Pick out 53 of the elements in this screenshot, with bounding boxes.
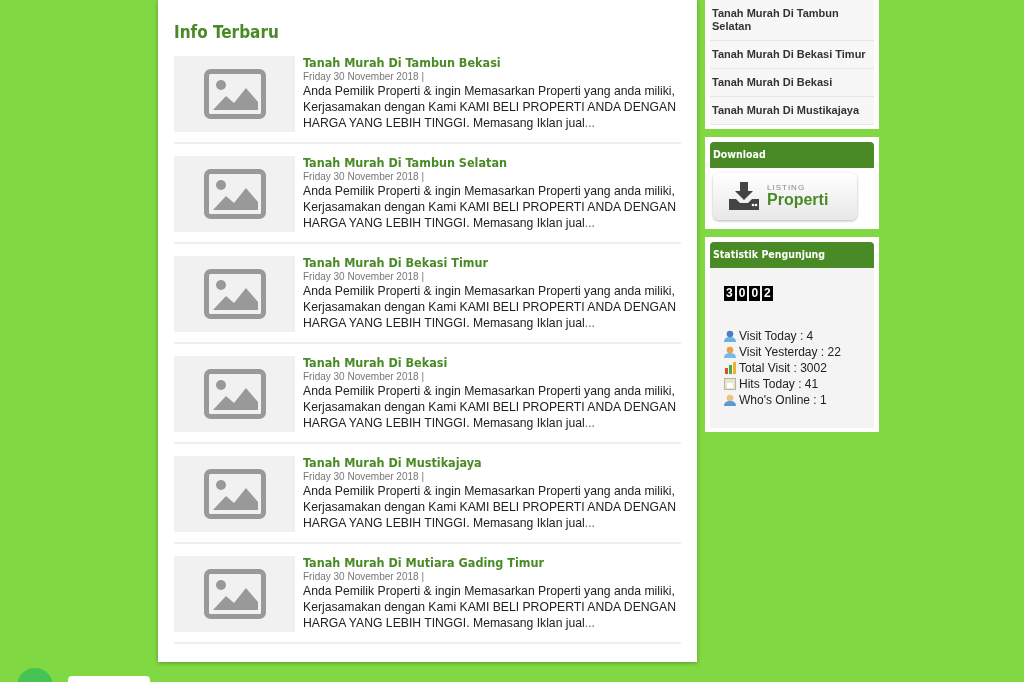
bar-chart-icon — [724, 361, 736, 374]
read-more-link[interactable]: ... — [584, 316, 595, 331]
post-date: Friday 30 November 2018 | — [303, 270, 425, 284]
stat-text: Who's Online : 1 — [739, 391, 827, 408]
counter-digit: 2 — [762, 285, 773, 301]
image-placeholder-icon — [203, 469, 266, 520]
image-placeholder-icon — [203, 569, 266, 620]
image-placeholder-icon — [203, 369, 266, 420]
sidebar-link[interactable]: Tanah Murah Di Mustikajaya — [710, 97, 874, 125]
post-date: Friday 30 November 2018 | — [303, 470, 425, 484]
post-date: Friday 30 November 2018 | — [303, 170, 425, 184]
post-title-link[interactable]: Tanah Murah Di Tambun Bekasi — [303, 56, 681, 71]
download-icon — [729, 182, 759, 211]
post-excerpt: Anda Pemilik Properti & ingin Memasarkan Properti yang anda miliki, Kerjasamakan dengan Kami KAMI BELI PROPERTI ANDA DENGAN HARGA YANG LEBIH TINGGI. Memasang Iklan jual... — [303, 383, 677, 432]
sidebar-link[interactable]: Tanah Murah Di Bekasi Timur — [710, 41, 874, 69]
image-placeholder-icon — [203, 69, 266, 120]
post-title-link[interactable]: Tanah Murah Di Mutiara Gading Timur — [303, 556, 681, 571]
post-excerpt: Anda Pemilik Properti & ingin Memasarkan Properti yang anda miliki, Kerjasamakan dengan Kami KAMI BELI PROPERTI ANDA DENGAN HARGA YANG LEBIH TINGGI. Memasang Iklan jual... — [303, 83, 677, 132]
post-excerpt: Anda Pemilik Properti & ingin Memasarkan Properti yang anda miliki, Kerjasamakan dengan Kami KAMI BELI PROPERTI ANDA DENGAN HARGA YANG LEBIH TINGGI. Memasang Iklan jual... — [303, 583, 677, 632]
read-more-link[interactable]: ... — [584, 616, 595, 631]
read-more-link[interactable]: ... — [584, 516, 595, 531]
read-more-link[interactable]: ... — [584, 116, 595, 131]
stat-text: Hits Today : 41 — [739, 375, 819, 392]
listing-banner[interactable]: LISTING Properti — [713, 172, 857, 220]
read-more-link[interactable]: ... — [584, 216, 595, 231]
stat-text: Visit Today : 4 — [739, 327, 814, 344]
sidebar-link[interactable]: Tanah Murah Di Bekasi — [710, 69, 874, 97]
post-date: Friday 30 November 2018 | — [303, 370, 425, 384]
post-date: Friday 30 November 2018 | — [303, 570, 425, 584]
post-title-link[interactable]: Tanah Murah Di Tambun Selatan — [303, 156, 681, 171]
image-placeholder-icon — [203, 169, 266, 220]
image-placeholder-icon — [203, 269, 266, 320]
stat-text: Visit Yesterday : 22 — [739, 343, 841, 360]
widget-title: Download — [710, 142, 874, 168]
stat-text: Total Visit : 3002 — [739, 359, 827, 376]
user-icon — [724, 393, 736, 406]
post-excerpt: Anda Pemilik Properti & ingin Memasarkan Properti yang anda miliki, Kerjasamakan dengan Kami KAMI BELI PROPERTI ANDA DENGAN HARGA YANG LEBIH TINGGI. Memasang Iklan jual... — [303, 283, 677, 332]
counter-digit: 0 — [749, 285, 761, 301]
section-title: Info Terbaru — [174, 22, 280, 43]
post-title-link[interactable]: Tanah Murah Di Bekasi Timur — [303, 256, 681, 271]
post-date: Friday 30 November 2018 | — [303, 70, 425, 84]
post-excerpt: Anda Pemilik Properti & ingin Memasarkan Properti yang anda miliki, Kerjasamakan dengan Kami KAMI BELI PROPERTI ANDA DENGAN HARGA YANG LEBIH TINGGI. Memasang Iklan jual... — [303, 483, 677, 532]
widget-title: Statistik Pengunjung — [710, 241, 874, 268]
sidebar-link[interactable]: Tanah Murah Di Tambun Selatan — [710, 0, 874, 41]
post-title-link[interactable]: Tanah Murah Di Mustikajaya — [303, 456, 681, 471]
user-icon — [724, 345, 736, 358]
post-excerpt: Anda Pemilik Properti & ingin Memasarkan Properti yang anda miliki, Kerjasamakan dengan Kami KAMI BELI PROPERTI ANDA DENGAN HARGA YANG LEBIH TINGGI. Memasang Iklan jual... — [303, 183, 677, 232]
post-title-link[interactable]: Tanah Murah Di Bekasi — [303, 356, 681, 371]
user-icon — [724, 329, 736, 342]
counter-digit: 3 — [724, 285, 735, 301]
calendar-icon — [724, 377, 736, 390]
read-more-link[interactable]: ... — [584, 416, 595, 431]
counter-digit: 0 — [736, 285, 748, 301]
